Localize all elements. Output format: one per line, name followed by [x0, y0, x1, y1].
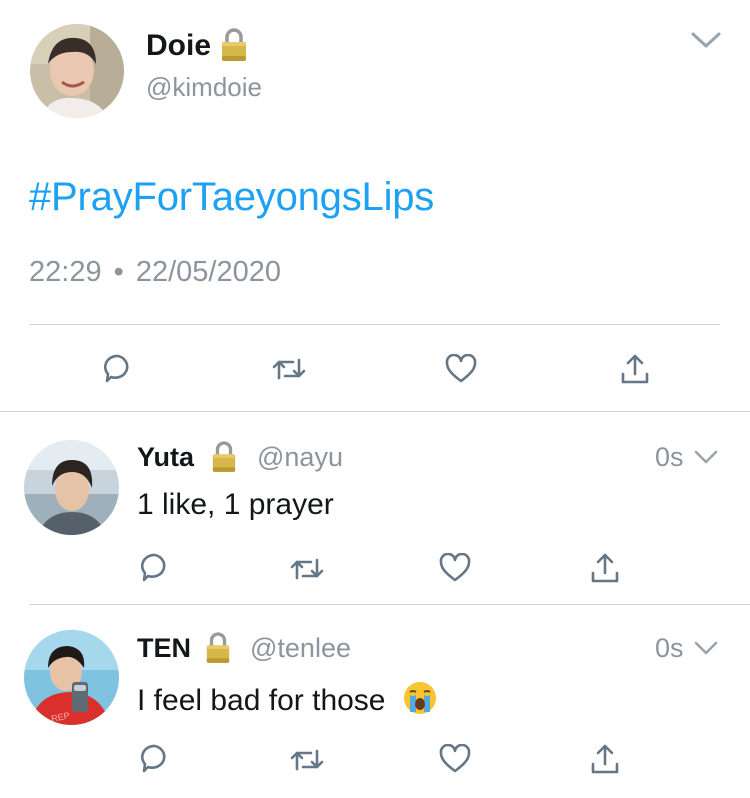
reply-time: 0s — [655, 442, 684, 472]
reply-author-name[interactable]: Yuta — [137, 442, 194, 473]
tweet-hashtag-link[interactable]: #PrayForTaeyongsLips — [29, 175, 434, 220]
tweet-date: 22/05/2020 — [135, 256, 282, 288]
reply-divider — [30, 604, 750, 605]
reply-text: I feel bad for those — [137, 680, 438, 718]
main-author-avatar[interactable] — [30, 24, 124, 118]
reply-author-handle[interactable]: @nayu — [257, 442, 343, 473]
share-icon[interactable] — [619, 352, 651, 386]
reply-icon[interactable] — [102, 352, 134, 384]
reply-text: 1 like, 1 prayer — [137, 488, 334, 521]
reply-icon[interactable] — [139, 742, 171, 774]
share-icon[interactable] — [589, 551, 621, 585]
padlock-icon — [219, 27, 249, 63]
like-icon[interactable] — [438, 553, 472, 583]
like-icon[interactable] — [438, 744, 472, 774]
reply-time: 0s — [655, 633, 684, 663]
reply-author-name[interactable]: TEN — [137, 633, 191, 664]
reply-author-handle[interactable]: @tenlee — [250, 633, 351, 664]
reply-avatar[interactable]: REP — [24, 630, 119, 725]
tweet-timestamp: 22:29 • 22/05/2020 — [29, 256, 281, 289]
chevron-down-icon[interactable] — [694, 640, 718, 656]
retweet-icon[interactable] — [271, 354, 307, 384]
chevron-down-icon[interactable] — [690, 30, 722, 50]
retweet-icon[interactable] — [289, 554, 325, 584]
chevron-down-icon[interactable] — [694, 449, 718, 465]
padlock-icon — [210, 440, 238, 474]
retweet-icon[interactable] — [289, 745, 325, 775]
reply-avatar[interactable] — [24, 440, 119, 535]
reply-icon[interactable] — [139, 551, 171, 583]
reply-text-content: I feel bad for those — [137, 684, 386, 717]
main-tweet-divider — [30, 324, 720, 325]
main-author-handle[interactable]: @kimdoie — [146, 72, 262, 103]
like-icon[interactable] — [444, 354, 478, 384]
loudly-crying-face-icon — [402, 680, 438, 716]
padlock-icon — [204, 631, 232, 665]
section-divider — [0, 411, 750, 412]
tweet-time: 22:29 — [29, 256, 102, 288]
timestamp-separator: • — [113, 256, 124, 288]
main-author-name[interactable]: Doie — [146, 29, 211, 63]
share-icon[interactable] — [589, 742, 621, 776]
